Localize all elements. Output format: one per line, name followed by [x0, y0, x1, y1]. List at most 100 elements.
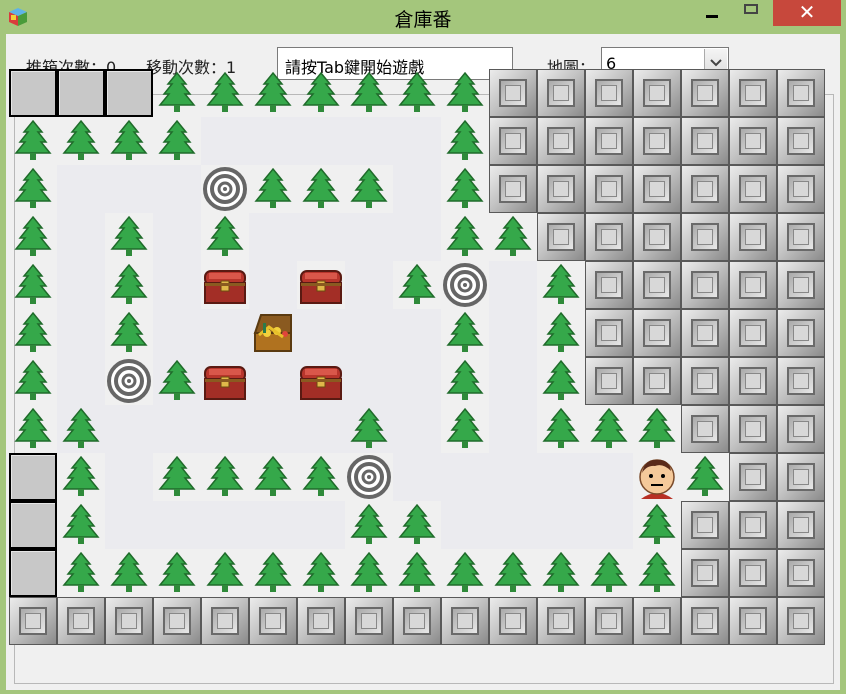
tree-icon [441, 357, 489, 405]
tree-icon [441, 405, 489, 453]
tree-icon [585, 549, 633, 597]
brick-block [777, 453, 825, 501]
tree-icon [57, 501, 105, 549]
brick-block [537, 597, 585, 645]
tree-icon [393, 261, 441, 309]
brick-block [105, 597, 153, 645]
floor-tile [105, 405, 345, 453]
brick-block [633, 357, 681, 405]
treasure-chest-icon [297, 357, 345, 405]
brick-block [633, 597, 681, 645]
title-bar: 倉庫番 ✕ [0, 0, 846, 34]
brick-block [585, 69, 633, 117]
tree-icon [57, 405, 105, 453]
wall-block [9, 69, 57, 117]
close-button[interactable]: ✕ [773, 0, 841, 26]
tree-icon [57, 117, 105, 165]
brick-block [633, 117, 681, 165]
brick-block [393, 597, 441, 645]
tree-icon [153, 117, 201, 165]
tree-icon [537, 261, 585, 309]
minimize-button[interactable] [697, 0, 727, 24]
brick-block [201, 597, 249, 645]
brick-block [777, 213, 825, 261]
tree-icon [441, 69, 489, 117]
brick-block [681, 597, 729, 645]
brick-block [681, 405, 729, 453]
goal-target-icon [345, 453, 393, 501]
floor-tile [441, 501, 633, 549]
tree-icon [201, 69, 249, 117]
game-board[interactable] [9, 69, 825, 645]
brick-block [633, 309, 681, 357]
brick-block [681, 357, 729, 405]
tree-icon [345, 549, 393, 597]
tree-icon [153, 357, 201, 405]
tree-icon [345, 69, 393, 117]
wall-block [9, 549, 57, 597]
tree-icon [633, 549, 681, 597]
brick-block [297, 597, 345, 645]
tree-icon [633, 405, 681, 453]
brick-block [489, 165, 537, 213]
treasure-chest-icon [201, 357, 249, 405]
tree-icon [489, 549, 537, 597]
tree-icon [105, 213, 153, 261]
brick-block [777, 117, 825, 165]
tree-icon [585, 405, 633, 453]
tree-icon [537, 549, 585, 597]
tree-icon [9, 309, 57, 357]
tree-icon [441, 213, 489, 261]
tree-icon [201, 549, 249, 597]
tree-icon [441, 117, 489, 165]
open-chest-icon [249, 309, 297, 357]
treasure-chest-icon [297, 261, 345, 309]
brick-block [681, 213, 729, 261]
tree-icon [153, 549, 201, 597]
floor-tile [201, 117, 441, 165]
tree-icon [537, 357, 585, 405]
goal-target-icon [441, 261, 489, 309]
brick-block [729, 597, 777, 645]
tree-icon [393, 501, 441, 549]
tree-icon [633, 501, 681, 549]
brick-block [441, 597, 489, 645]
brick-block [729, 213, 777, 261]
tree-icon [9, 405, 57, 453]
tree-icon [297, 549, 345, 597]
brick-block [585, 309, 633, 357]
tree-icon [441, 165, 489, 213]
brick-block [585, 165, 633, 213]
tree-icon [153, 69, 201, 117]
tree-icon [345, 405, 393, 453]
brick-block [729, 549, 777, 597]
brick-block [345, 597, 393, 645]
floor-tile [249, 213, 441, 261]
tree-icon [105, 309, 153, 357]
tree-icon [9, 213, 57, 261]
brick-block [537, 117, 585, 165]
brick-block [585, 261, 633, 309]
brick-block [681, 501, 729, 549]
goal-target-icon [201, 165, 249, 213]
brick-block [681, 165, 729, 213]
tree-icon [249, 165, 297, 213]
brick-block [585, 117, 633, 165]
tree-icon [9, 261, 57, 309]
brick-block [249, 597, 297, 645]
brick-block [537, 69, 585, 117]
maximize-button[interactable] [736, 0, 766, 24]
brick-block [777, 549, 825, 597]
tree-icon [441, 309, 489, 357]
brick-block [489, 69, 537, 117]
brick-block [633, 213, 681, 261]
tree-icon [249, 69, 297, 117]
tree-icon [105, 549, 153, 597]
brick-block [681, 309, 729, 357]
tree-icon [201, 213, 249, 261]
brick-block [777, 165, 825, 213]
tree-icon [345, 501, 393, 549]
brick-block [777, 405, 825, 453]
floor-tile [57, 165, 201, 213]
brick-block [729, 309, 777, 357]
